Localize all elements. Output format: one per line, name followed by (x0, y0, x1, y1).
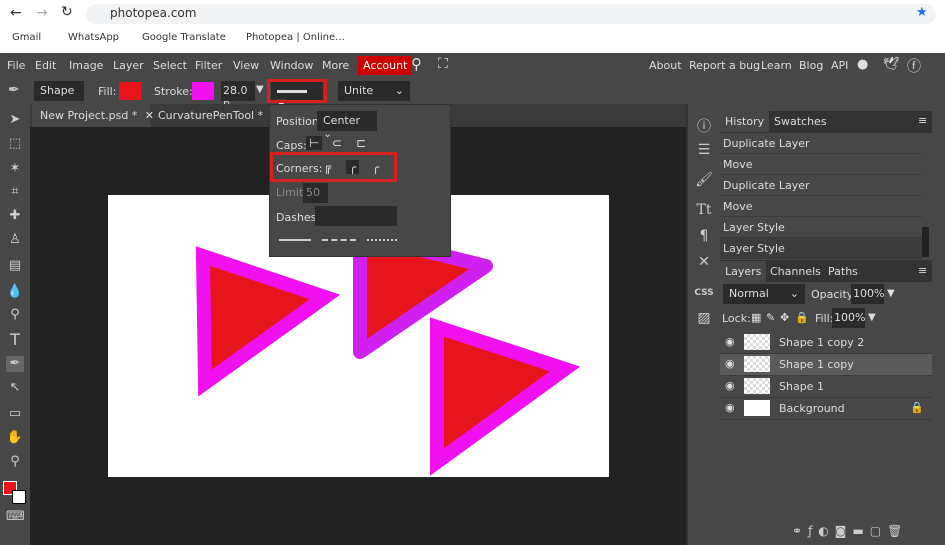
history-item[interactable]: Move (720, 196, 922, 217)
image-icon[interactable]: ▨ (694, 310, 714, 326)
layer-row[interactable]: ◉ Shape 1 copy 2 (720, 332, 932, 354)
lock-position-icon[interactable]: ✥ (780, 311, 789, 324)
caps-label: Caps: (276, 139, 307, 152)
triangle-shape-1[interactable] (195, 246, 341, 397)
layer-name: Shape 1 copy 2 (779, 336, 865, 349)
tab-layers[interactable]: Layers (720, 261, 767, 282)
opacity-arrow[interactable]: ▼ (887, 288, 895, 299)
paragraph-icon[interactable]: ¶ (694, 228, 714, 244)
history-item[interactable]: Layer Style (720, 238, 922, 259)
tools-icon[interactable]: ✕ (694, 254, 714, 270)
square-cap-icon[interactable]: ⊏ (356, 136, 366, 150)
butt-cap-icon[interactable]: ⊢ (306, 136, 323, 150)
panel-icon-column: ⓘ ☰ 🖌 Tt ¶ ✕ CSS ▨ (686, 104, 718, 545)
history-item[interactable]: Layer Style (720, 217, 922, 238)
lock-all-icon[interactable]: 🔒 (795, 311, 809, 324)
opacity-label: Opacity: (811, 288, 857, 301)
position-label: Position: (276, 115, 323, 128)
lock-icon: 🔒 (910, 401, 924, 414)
position-value: Center (323, 114, 361, 127)
layer-thumbnail (744, 356, 770, 372)
layer-row[interactable]: ◉ Shape 1 (720, 376, 932, 398)
stroke-options-popup: Position: Center ⌄ Caps: ⊢ ⊂ ⊏ Corners: … (269, 104, 451, 257)
visibility-eye-icon[interactable]: ◉ (725, 379, 735, 392)
history-item[interactable]: Duplicate Layer (720, 133, 922, 154)
info-icon[interactable]: ⓘ (694, 116, 714, 136)
delete-icon[interactable]: 🗑 (887, 524, 908, 538)
tab-history[interactable]: History (720, 111, 770, 132)
history-scrollbar[interactable] (922, 227, 929, 257)
css-icon[interactable]: CSS (694, 288, 714, 298)
panel-menu-icon[interactable]: ≡ (918, 114, 927, 127)
bookmark-star-icon[interactable]: ★ (916, 5, 928, 20)
layer-name: Shape 1 (779, 380, 824, 393)
reddit-icon[interactable]: ● (857, 57, 868, 72)
tab-channels[interactable]: Channels (765, 261, 826, 282)
position-select[interactable]: Center ⌄ (317, 111, 377, 140)
shapes-layer (195, 228, 581, 476)
fill-input[interactable]: 100% (832, 308, 865, 328)
link-report-bug[interactable]: Report a bug (689, 59, 760, 72)
dashed-line-preset[interactable] (322, 239, 356, 241)
dashes-label: Dashes: (276, 211, 321, 224)
right-panels: History Swatches ≡ Duplicate Layer Move Du… (720, 104, 932, 545)
limit-input[interactable]: 50 (303, 183, 328, 203)
history-item[interactable]: Duplicate Layer (720, 175, 922, 196)
solid-line-preset[interactable] (279, 239, 311, 241)
mask-icon[interactable]: ◙ (835, 524, 853, 538)
link-layers-icon[interactable]: ⚭ (792, 524, 808, 538)
opacity-input[interactable]: 100% (851, 284, 884, 304)
history-item[interactable]: Move (720, 154, 922, 175)
link-learn[interactable]: Learn (761, 59, 792, 72)
twitter-icon[interactable]: 🕊 (883, 57, 900, 72)
tab-swatches[interactable]: Swatches (769, 111, 832, 132)
layer-actions: ⚭ƒ◐◙▬▢🗑 (792, 524, 908, 538)
dotted-line-preset[interactable] (367, 239, 397, 241)
blend-mode-select[interactable]: Normal ⌄ (723, 284, 805, 304)
brush-icon[interactable]: 🖌 (694, 172, 714, 188)
layer-thumbnail (744, 334, 770, 350)
lock-pixels-icon[interactable]: ✎ (766, 311, 775, 324)
layer-name: Shape 1 copy (779, 358, 854, 371)
character-icon[interactable]: Tt (694, 202, 714, 218)
adjustment-layer-icon[interactable]: ◐ (818, 524, 834, 538)
fill-label: Fill: (815, 312, 834, 325)
dashes-input[interactable] (315, 206, 397, 226)
layer-name: Background (779, 402, 845, 415)
lock-label: Lock: (722, 312, 751, 325)
triangle-shape-3[interactable] (430, 317, 581, 476)
effects-icon[interactable]: ƒ (808, 524, 818, 538)
layer-thumbnail (744, 400, 770, 416)
visibility-eye-icon[interactable]: ◉ (725, 401, 735, 414)
new-folder-icon[interactable]: ▬ (852, 524, 869, 538)
adjustments-icon[interactable]: ☰ (694, 142, 714, 158)
new-layer-icon[interactable]: ▢ (870, 524, 887, 538)
visibility-eye-icon[interactable]: ◉ (725, 335, 735, 348)
tab-paths[interactable]: Paths (823, 261, 863, 282)
lock-transparency-icon[interactable]: ▦ (751, 311, 761, 324)
fill-value: 100% (834, 311, 866, 324)
layer-row[interactable]: ◉ Background 🔒 (720, 398, 932, 420)
link-blog[interactable]: Blog (799, 59, 823, 72)
link-api[interactable]: API (831, 59, 848, 72)
layer-row[interactable]: ◉ Shape 1 copy (720, 354, 932, 376)
layer-thumbnail (744, 378, 770, 394)
fill-arrow[interactable]: ▼ (868, 312, 876, 323)
visibility-eye-icon[interactable]: ◉ (725, 357, 735, 370)
round-cap-icon[interactable]: ⊂ (332, 136, 342, 150)
opacity-value: 100% (853, 287, 885, 300)
facebook-icon[interactable]: ⓕ (907, 56, 921, 76)
blend-mode-value: Normal (729, 287, 769, 300)
limit-value: 50 (306, 186, 320, 199)
corners-highlight-box (270, 152, 397, 182)
layers-menu-icon[interactable]: ≡ (918, 264, 927, 277)
